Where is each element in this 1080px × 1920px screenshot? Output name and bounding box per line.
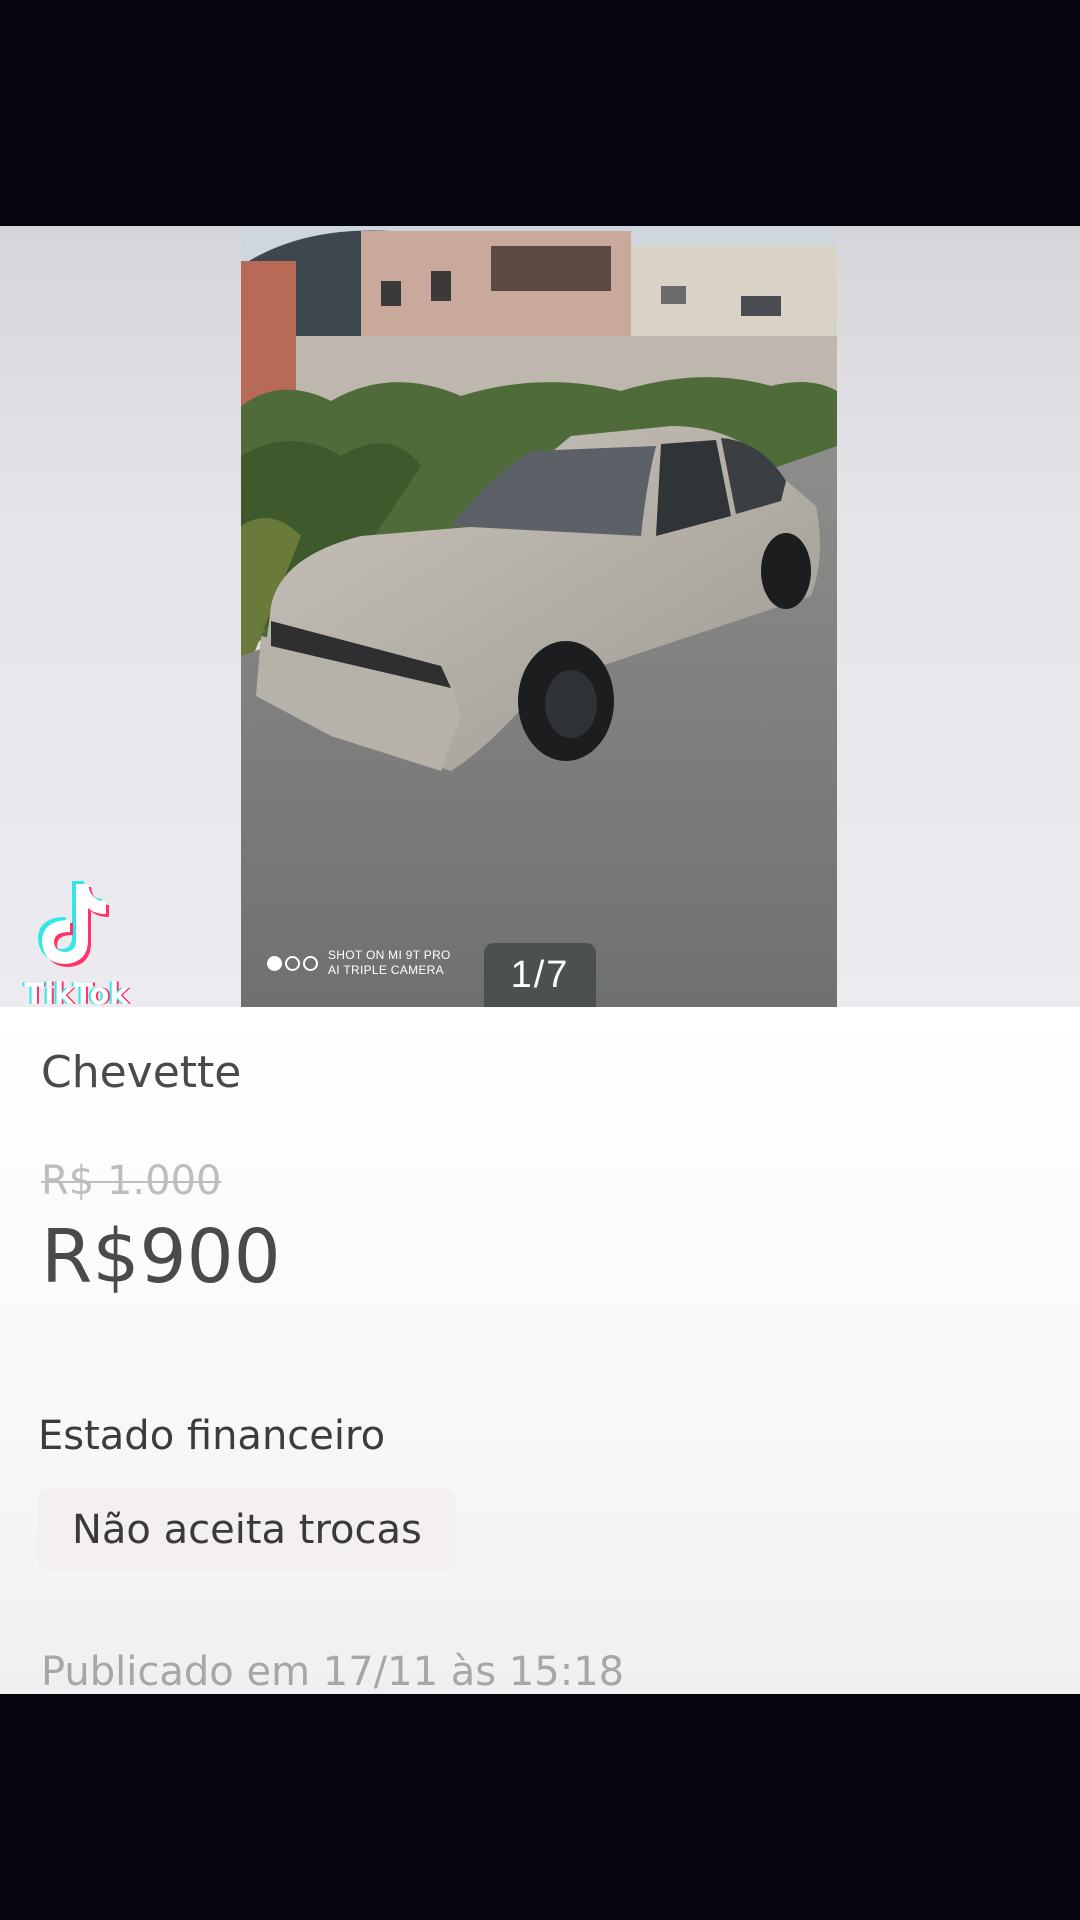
published-date: Publicado em 17/11 às 15:18 <box>41 1649 625 1694</box>
photo-gallery[interactable]: SHOT ON MI 9T PRO AI TRIPLE CAMERA 1/7 T… <box>0 226 1080 1007</box>
financial-status-heading: Estado financeiro <box>38 1413 386 1459</box>
watermark-dots-icon <box>267 955 318 971</box>
tiktok-wordmark: TikTok <box>24 977 129 1007</box>
tiktok-logo: TikTok <box>14 876 139 1007</box>
photo-counter: 1/7 <box>484 943 596 1007</box>
price: R$900 <box>41 1214 281 1300</box>
trade-status-label: Não aceita trocas <box>72 1507 422 1553</box>
camera-watermark: SHOT ON MI 9T PRO AI TRIPLE CAMERA <box>267 948 451 978</box>
listing-title: Chevette <box>41 1047 242 1098</box>
listing-details: Chevette R$ 1.000 R$900 Estado financeir… <box>0 1007 1080 1694</box>
video-frame: SHOT ON MI 9T PRO AI TRIPLE CAMERA 1/7 T… <box>0 0 1080 1920</box>
listing-photo[interactable]: SHOT ON MI 9T PRO AI TRIPLE CAMERA <box>241 226 837 1007</box>
trade-status-chip: Não aceita trocas <box>38 1489 456 1571</box>
watermark-text: SHOT ON MI 9T PRO AI TRIPLE CAMERA <box>328 948 451 977</box>
old-price: R$ 1.000 <box>41 1158 222 1204</box>
car-photo-illustration <box>241 226 837 1007</box>
tiktok-note-icon <box>38 881 109 967</box>
